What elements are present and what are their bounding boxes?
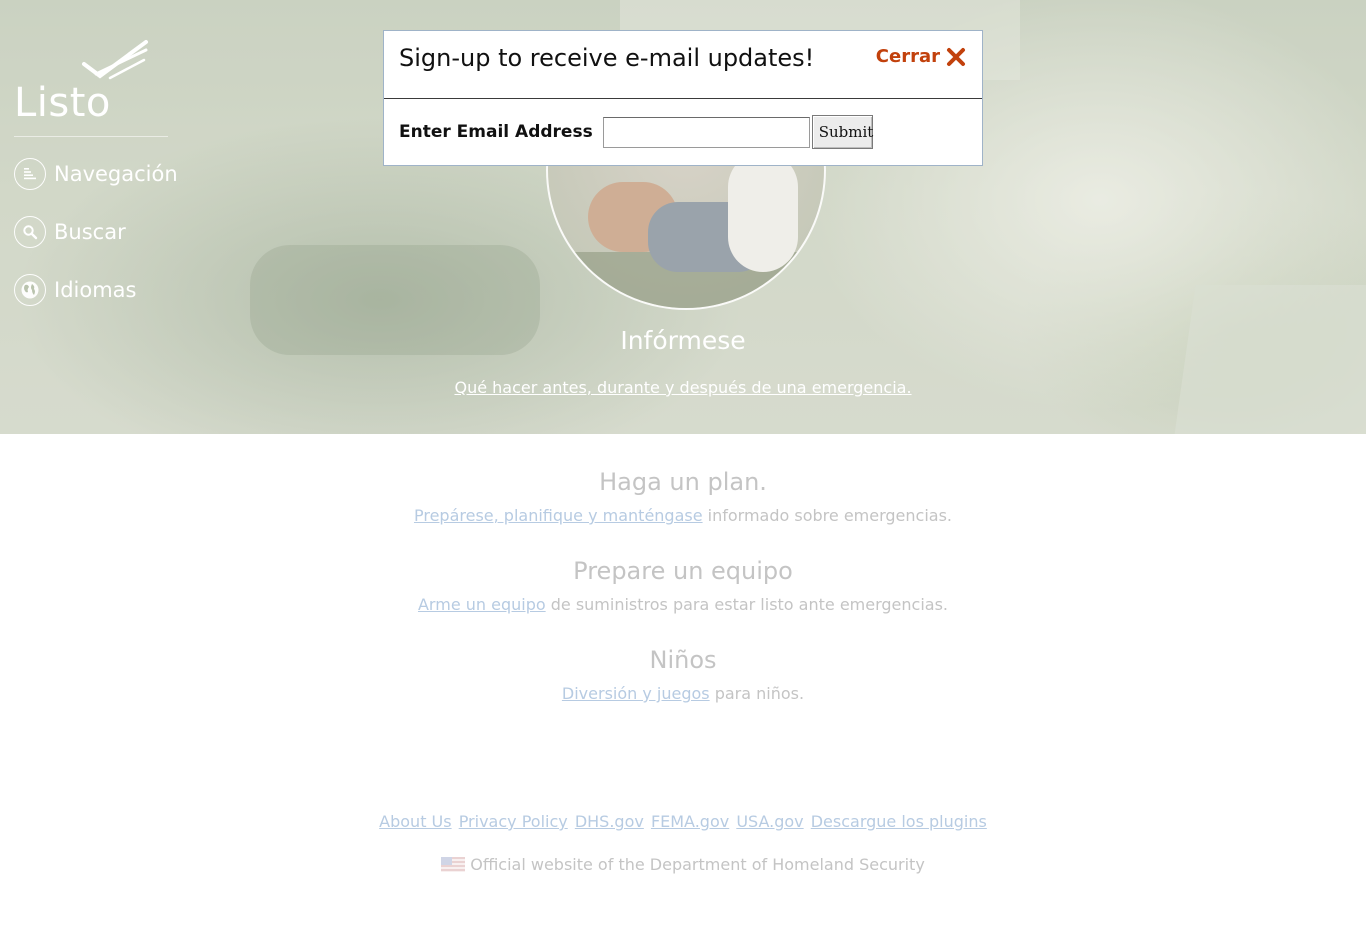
email-label: Enter Email Address (399, 122, 593, 142)
section-link[interactable]: Prepárese, planifique y manténgase (414, 506, 703, 525)
section-kit: Prepare un equipo Arme un equipo de sumi… (0, 557, 1366, 614)
section-description: de suministros para estar listo ante eme… (545, 595, 949, 614)
nav-divider (14, 136, 168, 137)
footer-link-dhs[interactable]: DHS.gov (575, 812, 644, 831)
modal-title: Sign-up to receive e-mail updates! (399, 44, 815, 72)
footer-link-plugins[interactable]: Descargue los plugins (811, 812, 987, 831)
submit-button[interactable]: Submit (811, 115, 873, 149)
email-input[interactable] (602, 116, 810, 148)
section-plan: Haga un plan. Prepárese, planifique y ma… (0, 468, 1366, 525)
modal-body: Enter Email Address Submit (399, 115, 873, 149)
nav-label: Buscar (54, 220, 126, 244)
close-button[interactable]: Cerrar (876, 46, 966, 67)
section-description: informado sobre emergencias. (702, 506, 953, 525)
checkmark-logo-icon (82, 40, 148, 80)
section-title: Niños (649, 646, 717, 674)
section-kids: Niños Diversión y juegos para niños. (0, 646, 1366, 703)
hero-title: Infórmese (620, 326, 746, 355)
us-flag-icon (441, 857, 466, 872)
nav-label: Idiomas (54, 278, 137, 302)
search-icon (14, 216, 46, 248)
footer-link-privacy[interactable]: Privacy Policy (459, 812, 568, 831)
nav-item-navegacion[interactable]: Navegación (14, 158, 178, 190)
footer-link-usa[interactable]: USA.gov (736, 812, 803, 831)
section-text: Diversión y juegos para niños. (0, 684, 1366, 703)
nav-label: Navegación (54, 162, 178, 186)
footer-links: About Us Privacy Policy DHS.gov FEMA.gov… (0, 812, 1366, 831)
close-label: Cerrar (875, 46, 940, 67)
footer-official: Official website of the Department of Ho… (0, 855, 1366, 874)
section-link[interactable]: Arme un equipo (418, 595, 546, 614)
photo-shape (728, 152, 798, 272)
hero-link[interactable]: Qué hacer antes, durante y después de un… (0, 378, 1366, 397)
listo-logo[interactable]: Listo (14, 38, 174, 128)
section-description: para niños. (709, 684, 805, 703)
section-title: Prepare un equipo (573, 557, 793, 585)
section-text: Prepárese, planifique y manténgase infor… (0, 506, 1366, 525)
section-link[interactable]: Diversión y juegos (562, 684, 710, 703)
logo-text: Listo (14, 80, 111, 126)
globe-icon (14, 274, 46, 306)
official-text: Official website of the Department of Ho… (470, 855, 925, 874)
nav-item-buscar[interactable]: Buscar (14, 216, 126, 248)
close-icon (947, 47, 965, 66)
footer-link-about[interactable]: About Us (379, 812, 451, 831)
email-signup-modal: Sign-up to receive e-mail updates! Cerra… (383, 30, 983, 166)
nav-item-idiomas[interactable]: Idiomas (14, 274, 136, 306)
section-text: Arme un equipo de suministros para estar… (0, 595, 1366, 614)
section-title: Haga un plan. (599, 468, 767, 496)
modal-header: Sign-up to receive e-mail updates! Cerra… (384, 31, 982, 99)
menu-list-icon (14, 158, 46, 190)
footer-link-fema[interactable]: FEMA.gov (651, 812, 729, 831)
